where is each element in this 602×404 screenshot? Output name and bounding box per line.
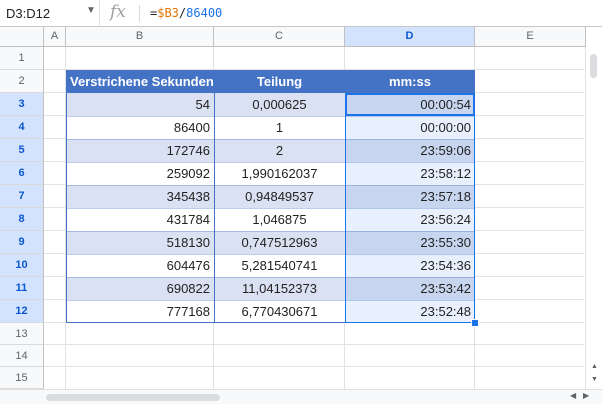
table-cell-d3[interactable]: 00:00:54: [345, 93, 475, 116]
table-cell-c7[interactable]: 0,94849537: [214, 185, 345, 208]
table-cell-b4[interactable]: 86400: [66, 116, 214, 139]
table-divider: [66, 116, 475, 117]
vertical-scroll-thumb[interactable]: [590, 54, 597, 78]
table-cell-b9[interactable]: 518130: [66, 231, 214, 254]
row-header-13[interactable]: 13: [0, 323, 44, 345]
row-header-7[interactable]: 7: [0, 185, 44, 208]
grid-line: [44, 366, 584, 367]
vertical-scrollbar[interactable]: [586, 47, 602, 389]
formula-separator: [139, 5, 140, 22]
formula-bar: D3:D12 ▼ fx =$B3/86400: [0, 0, 602, 27]
formula-input[interactable]: =$B3/86400: [150, 6, 222, 20]
table-cell-c3[interactable]: 0,000625: [214, 93, 345, 116]
row-header-8[interactable]: 8: [0, 208, 44, 231]
chevron-down-icon[interactable]: ▼: [86, 5, 96, 16]
table-cell-c8[interactable]: 1,046875: [214, 208, 345, 231]
table-cell-b8[interactable]: 431784: [66, 208, 214, 231]
table-cell-d6[interactable]: 23:58:12: [345, 162, 475, 185]
table-cell-c4[interactable]: 1: [214, 116, 345, 139]
row-header-12[interactable]: 12: [0, 300, 44, 323]
select-all-corner[interactable]: [0, 27, 44, 47]
row-header-15[interactable]: 15: [0, 367, 44, 389]
table-divider: [66, 139, 475, 140]
formula-number: 86400: [186, 6, 223, 20]
table-cell-d10[interactable]: 23:54:36: [345, 254, 475, 277]
header-cell-mmss[interactable]: mm:ss: [345, 70, 475, 93]
formula-ref: $B3: [157, 6, 179, 20]
table-cell-c9[interactable]: 0,747512963: [214, 231, 345, 254]
fill-handle[interactable]: [471, 319, 479, 327]
table-cell-d11[interactable]: 23:53:42: [345, 277, 475, 300]
column-header-a[interactable]: A: [44, 27, 66, 47]
scroll-right-icon[interactable]: ▶: [583, 391, 589, 400]
table-cell-d8[interactable]: 23:56:24: [345, 208, 475, 231]
row-header-5[interactable]: 5: [0, 139, 44, 162]
row-header-1[interactable]: 1: [0, 47, 44, 70]
column-header-d[interactable]: D: [345, 27, 475, 47]
row-header-11[interactable]: 11: [0, 277, 44, 300]
scroll-up-icon[interactable]: ▲: [591, 363, 598, 370]
horizontal-scroll-thumb[interactable]: [46, 394, 220, 401]
column-header-c[interactable]: C: [214, 27, 345, 47]
table-divider: [66, 208, 475, 209]
table-cell-b3[interactable]: 54: [66, 93, 214, 116]
table-divider: [66, 185, 475, 186]
name-box-value: D3:D12: [6, 6, 51, 21]
column-header-e[interactable]: E: [475, 27, 586, 47]
table-cell-d7[interactable]: 23:57:18: [345, 185, 475, 208]
name-box[interactable]: D3:D12 ▼: [0, 0, 100, 26]
column-header-b[interactable]: B: [66, 27, 214, 47]
row-header-9[interactable]: 9: [0, 231, 44, 254]
row-header-10[interactable]: 10: [0, 254, 44, 277]
table-cell-c10[interactable]: 5,281540741: [214, 254, 345, 277]
row-header-6[interactable]: 6: [0, 162, 44, 185]
table-cell-d9[interactable]: 23:55:30: [345, 231, 475, 254]
table-cell-b12[interactable]: 777168: [66, 300, 214, 323]
fx-icon: fx: [110, 2, 126, 22]
table-divider: [66, 231, 475, 232]
grid-line: [44, 344, 584, 345]
header-cell-division[interactable]: Teilung: [214, 70, 345, 93]
table-divider: [345, 70, 346, 323]
header-cell-seconds[interactable]: Verstrichene Sekunden: [66, 70, 214, 93]
table-cell-b5[interactable]: 172746: [66, 139, 214, 162]
scroll-left-icon[interactable]: ◀: [570, 391, 576, 400]
table-cell-b11[interactable]: 690822: [66, 277, 214, 300]
table-cell-b6[interactable]: 259092: [66, 162, 214, 185]
table-divider: [66, 254, 475, 255]
table-divider: [66, 162, 475, 163]
row-header-2[interactable]: 2: [0, 70, 44, 93]
row-header-14[interactable]: 14: [0, 345, 44, 367]
row-header-3[interactable]: 3: [0, 93, 44, 116]
table-cell-d5[interactable]: 23:59:06: [345, 139, 475, 162]
table-cell-c6[interactable]: 1,990162037: [214, 162, 345, 185]
scroll-down-icon[interactable]: ▼: [591, 376, 598, 383]
table-cell-b10[interactable]: 604476: [66, 254, 214, 277]
table-divider: [66, 300, 475, 301]
table-cell-c5[interactable]: 2: [214, 139, 345, 162]
table-cell-d12[interactable]: 23:52:48: [345, 300, 475, 323]
table-cell-c12[interactable]: 6,770430671: [214, 300, 345, 323]
table-divider: [214, 70, 215, 323]
table-cell-c11[interactable]: 11,04152373: [214, 277, 345, 300]
table-cell-d4[interactable]: 00:00:00: [345, 116, 475, 139]
table-cell-b7[interactable]: 345438: [66, 185, 214, 208]
table-divider: [66, 277, 475, 278]
row-header-4[interactable]: 4: [0, 116, 44, 139]
